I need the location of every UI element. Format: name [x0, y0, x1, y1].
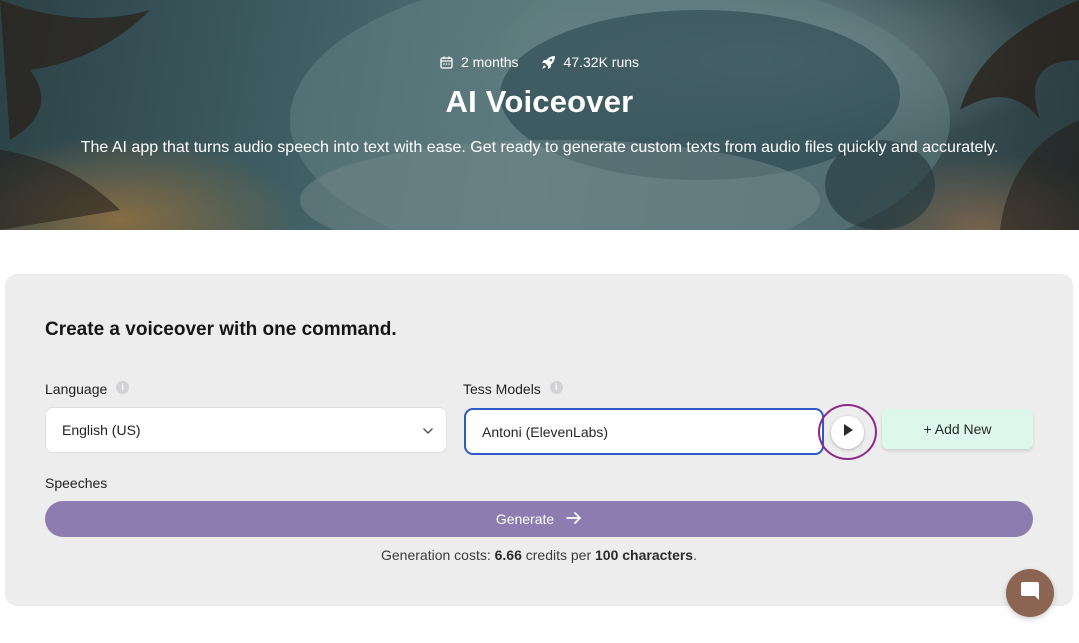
play-preview-highlight: [818, 404, 877, 460]
calendar-icon: [440, 56, 453, 69]
info-icon[interactable]: i: [549, 380, 563, 394]
app-runs: 47.32K runs: [541, 54, 640, 70]
generate-button[interactable]: Generate: [45, 501, 1033, 537]
page-title: AI Voiceover: [445, 84, 634, 119]
form-heading: Create a voiceover with one command.: [45, 319, 397, 340]
model-select-value: Antoni (ElevenLabs): [482, 423, 609, 440]
language-select-value: English (US): [62, 422, 141, 438]
rocket-icon: [541, 55, 556, 70]
cost-middle: credits per: [521, 547, 596, 563]
language-label-row: Language i: [45, 380, 130, 397]
app-age: 2 months: [440, 54, 519, 70]
app-runs-text: 47.32K runs: [563, 54, 640, 70]
hero-meta: 2 months 47.32K runs: [0, 54, 1079, 70]
generate-button-label: Generate: [495, 511, 555, 527]
speeches-label-row: Speeches: [45, 475, 107, 491]
play-preview-button[interactable]: [831, 415, 864, 449]
app-age-text: 2 months: [460, 54, 519, 70]
chevron-down-icon: [422, 424, 434, 440]
info-icon[interactable]: i: [116, 380, 130, 394]
language-label: Language: [45, 381, 108, 397]
model-select[interactable]: Antoni (ElevenLabs): [464, 408, 824, 455]
language-select[interactable]: English (US): [45, 407, 447, 453]
generation-cost: Generation costs: 6.66 credits per 100 c…: [5, 547, 1073, 563]
add-new-button[interactable]: + Add New: [882, 409, 1033, 449]
arrow-right-icon: [566, 511, 582, 528]
hero-banner: 2 months 47.32K runs AI Voiceover The AI…: [0, 0, 1079, 230]
cost-unit: 100 characters: [595, 547, 694, 563]
models-label-row: Tess Models i: [463, 380, 563, 397]
play-icon: [842, 423, 854, 442]
cost-credits: 6.66: [494, 547, 522, 563]
chat-icon: [1019, 580, 1041, 607]
cost-suffix: .: [693, 547, 697, 563]
cost-prefix: Generation costs:: [381, 547, 495, 563]
chat-launcher-button[interactable]: [1006, 569, 1054, 617]
models-label: Tess Models: [463, 381, 541, 397]
voiceover-form-card: Create a voiceover with one command. Lan…: [5, 274, 1073, 606]
page-description: The AI app that turns audio speech into …: [80, 139, 999, 156]
speeches-label: Speeches: [45, 475, 108, 491]
